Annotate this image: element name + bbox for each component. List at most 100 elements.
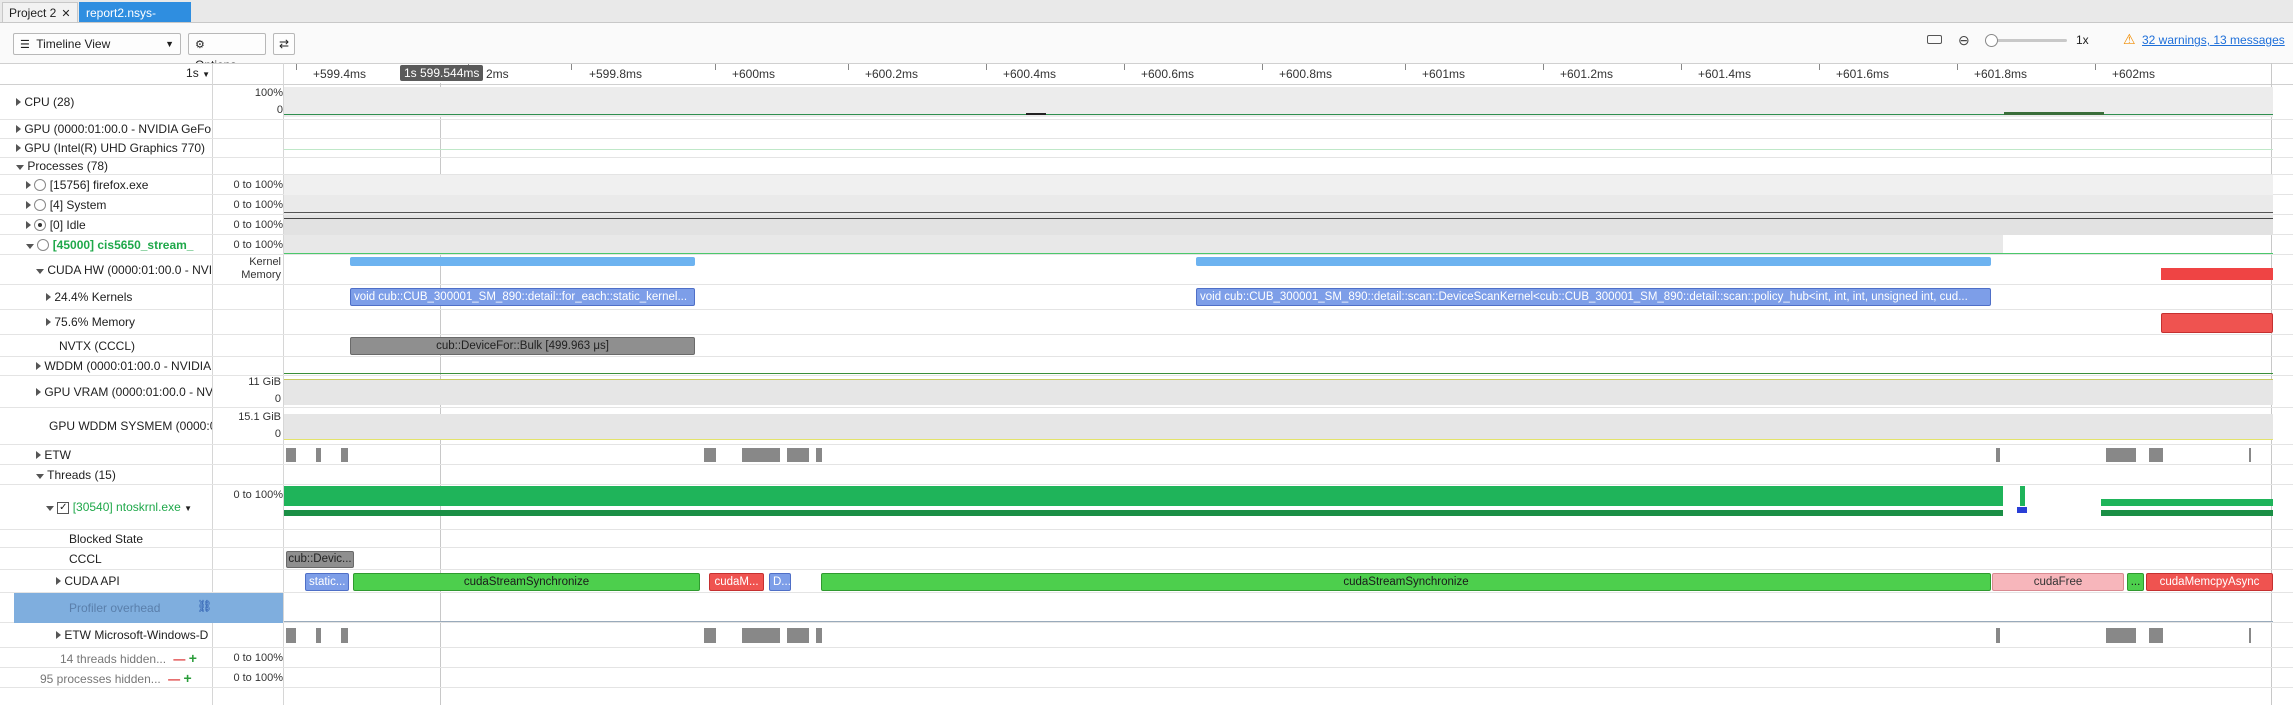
collapse-icon[interactable] — [16, 165, 24, 170]
minus-icon[interactable]: — — [173, 652, 185, 666]
row-wddm[interactable]: WDDM (0000:01:00.0 - NVIDIA — [0, 357, 2293, 376]
api-call-bar[interactable]: cudaMemcpyAsync — [2146, 573, 2273, 591]
warnings-link[interactable]: 32 warnings, 13 messages — [2142, 33, 2285, 47]
row-label: 24.4% Kernels — [54, 290, 133, 304]
expand-icon[interactable] — [36, 362, 41, 370]
row-memory[interactable]: 75.6% Memory — [0, 310, 2293, 335]
cccl-range-bar[interactable]: cub::Devic... — [286, 551, 354, 568]
expand-icon[interactable] — [26, 180, 31, 189]
row-profiler-overhead[interactable]: Profiler overhead ⛓ — [0, 593, 2293, 623]
expand-icon[interactable] — [56, 631, 61, 639]
keyboard-icon[interactable] — [1927, 35, 1942, 44]
api-call-bar[interactable]: cudaStreamSynchronize — [353, 573, 700, 591]
row-etw-ms-windows[interactable]: ETW Microsoft-Windows-D — [0, 623, 2293, 648]
row-system[interactable]: [4] System 0 to 100% — [0, 195, 2293, 215]
radio-button[interactable] — [34, 179, 47, 192]
options-button[interactable]: ⚙ Options... — [188, 33, 266, 72]
expand-icon[interactable] — [16, 144, 21, 152]
row-blocked-state[interactable]: Blocked State — [0, 530, 2293, 548]
row-threads[interactable]: Threads (15) — [0, 465, 2293, 485]
row-label: 75.6% Memory — [54, 315, 136, 329]
zoom-slider[interactable] — [1985, 34, 2067, 47]
row-idle[interactable]: [0] Idle 0 to 100% — [0, 215, 2293, 235]
row-firefox[interactable]: [15756] firefox.exe 0 to 100% — [0, 175, 2293, 195]
scale-label: 0 to 100% — [233, 199, 283, 211]
zoom-slider-handle[interactable] — [1985, 34, 1998, 47]
kernel-bar[interactable]: void cub::CUB_300001_SM_890::detail::for… — [350, 288, 695, 306]
expand-icon[interactable] — [16, 125, 21, 133]
radio-button[interactable] — [34, 219, 47, 232]
time-ruler[interactable]: 1s ▼ +599.4ms 2ms +599.8ms +600ms +600.2… — [0, 63, 2293, 85]
zoom-out-icon[interactable]: ⊖ — [1958, 32, 1970, 49]
close-icon[interactable]: ✕ — [61, 8, 70, 20]
ruler-tick: +601.4ms — [1698, 67, 1752, 81]
nvtx-range-bar[interactable]: cub::DeviceFor::Bulk [499.963 μs] — [350, 337, 695, 355]
plus-icon[interactable]: + — [183, 670, 191, 686]
row-label: Profiler overhead — [69, 600, 161, 615]
row-label: CCCL — [69, 551, 102, 566]
checkbox[interactable]: ✓ — [57, 501, 70, 514]
time-scale-select[interactable]: 1s ▼ — [170, 66, 210, 80]
row-cccl[interactable]: CCCL cub::Devic... — [0, 548, 2293, 570]
collapse-icon[interactable] — [46, 506, 54, 511]
expand-icon[interactable] — [56, 577, 61, 585]
cpu-graph — [284, 87, 2273, 117]
row-gpu-vram[interactable]: GPU VRAM (0000:01:00.0 - NV 11 GiB 0 — [0, 376, 2293, 408]
expand-icon[interactable] — [46, 293, 51, 301]
expand-icon[interactable] — [26, 200, 31, 209]
api-call-bar[interactable]: static... — [305, 573, 349, 591]
row-threads-hidden[interactable]: 14 threads hidden... — + 0 to 100% — [0, 648, 2293, 668]
row-cuda-hw[interactable]: CUDA HW (0000:01:00.0 - NVI Kernel Memory — [0, 255, 2293, 285]
row-ntoskrnl[interactable]: ✓ [30540] ntoskrnl.exe ▼ 0 to 100% — [0, 485, 2293, 530]
row-label: Threads (15) — [47, 467, 116, 482]
collapse-icon[interactable] — [26, 243, 34, 249]
scale-bottom: 0 — [274, 428, 281, 440]
tab-report2[interactable]: report2.nsys-rep✕ — [79, 2, 191, 40]
plus-icon[interactable]: + — [189, 650, 197, 666]
row-processes[interactable]: Processes (78) — [0, 158, 2293, 175]
api-call-bar[interactable]: D... — [769, 573, 791, 591]
view-select[interactable]: ☰ Timeline View ▼ — [13, 33, 181, 55]
tab-bar: Project 2 ✕ report2.nsys-rep✕ — [0, 0, 2293, 40]
row-gpu-sysmem[interactable]: GPU WDDM SYSMEM (0000:0 15.1 GiB 0 — [0, 408, 2293, 445]
row-gpu-nvidia[interactable]: GPU (0000:01:00.0 - NVIDIA GeFo — [0, 120, 2293, 139]
api-call-bar[interactable]: cudaStreamSynchronize — [821, 573, 1991, 591]
kernel-bar[interactable]: void cub::CUB_300001_SM_890::detail::sca… — [1196, 288, 1991, 306]
api-call-bar[interactable]: ... — [2127, 573, 2144, 591]
row-label: NVTX (CCCL) — [59, 338, 136, 353]
radio-button[interactable] — [34, 199, 47, 212]
row-cis5650[interactable]: [45000] cis5650_stream_ 0 to 100% — [0, 235, 2293, 255]
scale-top: 100% — [254, 87, 283, 99]
expand-icon[interactable] — [46, 318, 51, 326]
collapse-icon[interactable] — [36, 268, 44, 274]
tab-project-2[interactable]: Project 2 ✕ — [2, 2, 78, 22]
row-cpu[interactable]: CPU (28) 100% 0 — [0, 84, 2293, 120]
api-call-bar[interactable]: cudaFree — [1992, 573, 2124, 591]
expand-icon[interactable] — [36, 387, 41, 396]
ruler-tick: +601.2ms — [1560, 67, 1614, 81]
row-cuda-api[interactable]: CUDA API static... cudaStreamSynchronize… — [0, 570, 2293, 593]
api-call-bar[interactable]: cudaM... — [709, 573, 764, 591]
row-processes-hidden[interactable]: 95 processes hidden... — + 0 to 100% — [0, 668, 2293, 688]
row-label: [4] System — [49, 197, 107, 212]
memcpy-bar[interactable] — [2161, 313, 2273, 333]
row-etw[interactable]: ETW — [0, 445, 2293, 465]
expand-icon[interactable] — [26, 220, 31, 229]
radio-button[interactable] — [37, 239, 50, 252]
expand-icon[interactable] — [36, 450, 41, 459]
row-gpu-intel[interactable]: GPU (Intel(R) UHD Graphics 770) — [0, 139, 2293, 158]
expand-icon[interactable] — [16, 97, 21, 106]
collapse-icon[interactable] — [36, 473, 44, 479]
gear-icon: ⚙ — [195, 39, 205, 51]
row-nvtx[interactable]: NVTX (CCCL) cub::DeviceFor::Bulk [499.96… — [0, 335, 2293, 357]
ruler-tick: +599.4ms — [313, 67, 367, 81]
link-icon[interactable]: ⛓ — [197, 599, 212, 613]
swap-button[interactable]: ⇄ — [273, 33, 295, 55]
row-label: [0] Idle — [49, 217, 86, 232]
ruler-tick: +601.8ms — [1974, 67, 2028, 81]
chevron-down-icon[interactable]: ▼ — [184, 504, 192, 513]
minus-icon[interactable]: — — [168, 672, 180, 686]
scale-top: 11 GiB — [248, 376, 281, 388]
row-kernels[interactable]: 24.4% Kernels void cub::CUB_300001_SM_89… — [0, 285, 2293, 310]
menu-icon: ☰ — [20, 39, 30, 51]
